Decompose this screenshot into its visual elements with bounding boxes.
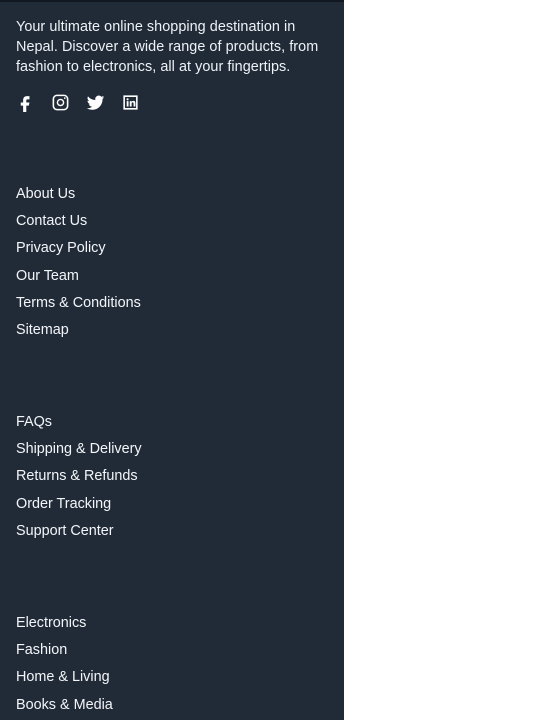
our-team-link[interactable]: Our Team xyxy=(16,266,266,293)
category-links: Electronics Fashion Home & Living Books … xyxy=(16,613,266,720)
instagram-link[interactable] xyxy=(51,92,70,112)
terms-conditions-link[interactable]: Terms & Conditions xyxy=(16,293,266,320)
facebook-link[interactable] xyxy=(16,92,35,112)
footer-about-text: Your ultimate online shopping destinatio… xyxy=(16,19,319,75)
shipping-delivery-link[interactable]: Shipping & Delivery xyxy=(16,439,266,466)
sitemap-link[interactable]: Sitemap xyxy=(16,320,266,347)
electronics-link[interactable]: Electronics xyxy=(16,613,266,640)
social-links xyxy=(16,92,156,112)
returns-refunds-link[interactable]: Returns & Refunds xyxy=(16,466,266,493)
linkedin-link[interactable] xyxy=(121,92,140,112)
books-media-link[interactable]: Books & Media xyxy=(16,695,266,720)
company-links: About Us Contact Us Privacy Policy Our T… xyxy=(16,184,266,347)
support-center-link[interactable]: Support Center xyxy=(16,521,266,548)
twitter-icon xyxy=(86,95,105,110)
site-footer: Your ultimate online shopping destinatio… xyxy=(0,0,344,720)
home-living-link[interactable]: Home & Living xyxy=(16,667,266,694)
faqs-link[interactable]: FAQs xyxy=(16,412,266,439)
privacy-policy-link[interactable]: Privacy Policy xyxy=(16,238,266,265)
order-tracking-link[interactable]: Order Tracking xyxy=(16,494,266,521)
twitter-link[interactable] xyxy=(86,92,105,112)
contact-us-link[interactable]: Contact Us xyxy=(16,211,266,238)
instagram-icon xyxy=(52,94,69,110)
about-us-link[interactable]: About Us xyxy=(16,184,266,211)
facebook-icon xyxy=(20,95,30,112)
fashion-link[interactable]: Fashion xyxy=(16,640,266,667)
support-links: FAQs Shipping & Delivery Returns & Refun… xyxy=(16,412,266,548)
linkedin-icon xyxy=(123,94,138,110)
